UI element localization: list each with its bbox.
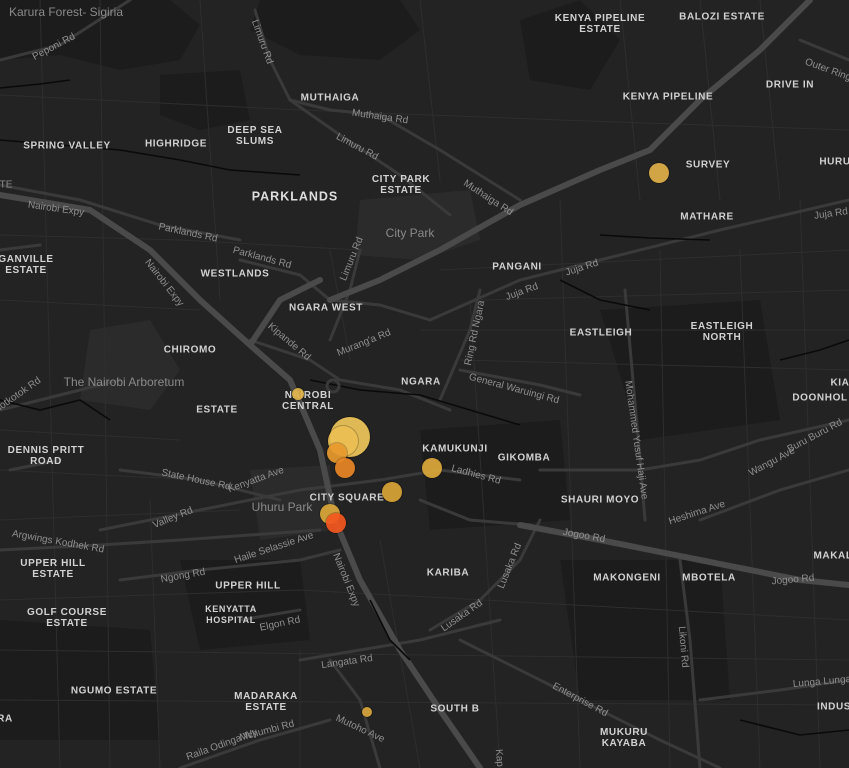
data-marker[interactable] [326,513,346,533]
data-marker[interactable] [362,707,372,717]
data-marker[interactable] [422,458,442,478]
data-marker[interactable] [292,388,304,400]
map-basemap [0,0,849,768]
map[interactable]: Karura Forest- Sigiria BALOZI ESTATE KEN… [0,0,849,768]
data-marker[interactable] [649,163,669,183]
data-marker[interactable] [335,458,355,478]
data-marker[interactable] [382,482,402,502]
